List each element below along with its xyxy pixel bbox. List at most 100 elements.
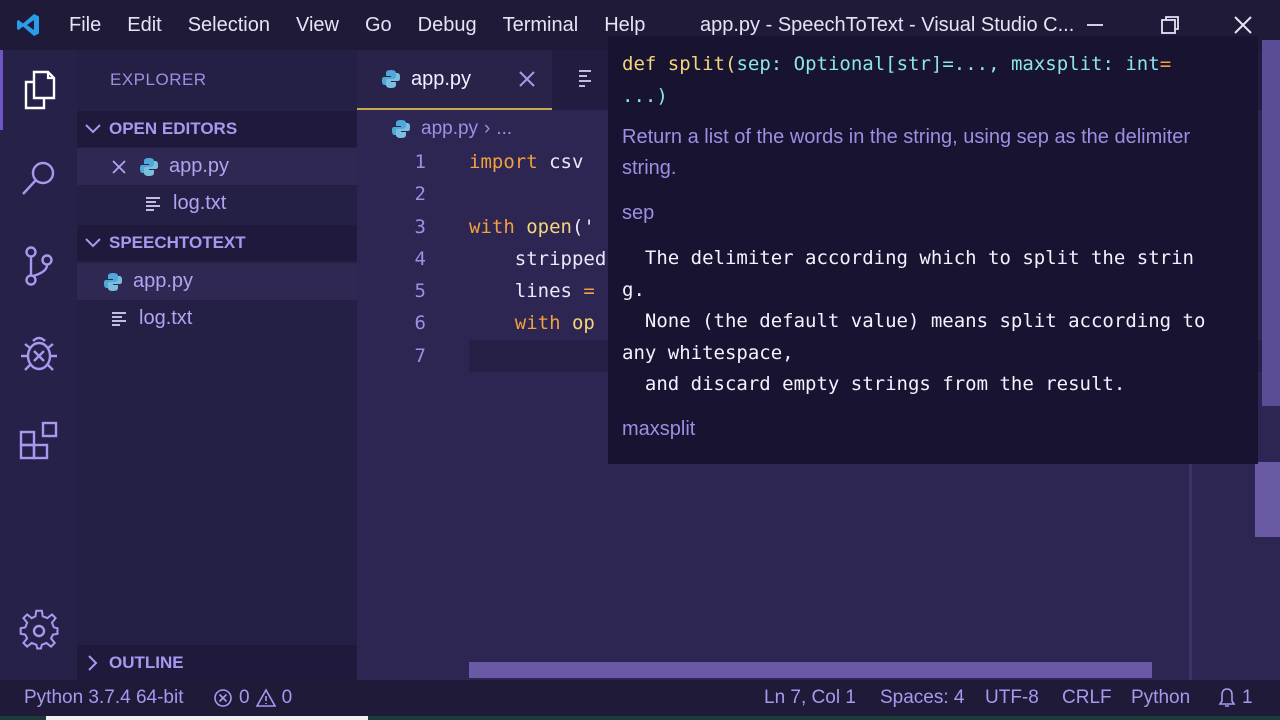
search-icon (21, 161, 54, 195)
project-file-item[interactable]: app.py (77, 263, 357, 300)
split-editor-button[interactable] (577, 68, 595, 93)
menu-terminal[interactable]: Terminal (490, 0, 592, 50)
param-name: sep (622, 202, 655, 224)
notification-count: 1 (1242, 687, 1253, 708)
file-name: app.py (133, 270, 194, 292)
text-file-icon (109, 309, 129, 329)
debug-icon (20, 336, 57, 371)
code-token: = (583, 280, 595, 303)
python-icon (391, 119, 411, 139)
menu-file[interactable]: File (56, 0, 114, 50)
line-number: 4 (414, 247, 426, 270)
vertical-scrollbar[interactable] (1255, 462, 1280, 537)
param-name: maxsplit (622, 418, 696, 440)
activity-settings[interactable] (0, 590, 77, 670)
close-icon (519, 71, 535, 87)
menu-view[interactable]: View (283, 0, 352, 50)
outline-section[interactable]: OUTLINE (77, 645, 357, 680)
python-interpreter[interactable]: Python 3.7.4 64-bit (24, 680, 184, 716)
language-mode[interactable]: Python (1131, 680, 1190, 716)
open-editor-item[interactable]: app.py (77, 148, 357, 185)
notifications[interactable]: 1 (1218, 680, 1253, 716)
code-token: with (469, 215, 515, 238)
description: Return a list of the words in the string… (622, 126, 1191, 179)
param-doc-line: None (the default value) means split acc… (622, 310, 1206, 332)
code-token: lines (469, 280, 584, 303)
hover-scrollbar[interactable] (1262, 40, 1280, 406)
line-number: 3 (414, 215, 426, 238)
text-file-icon (143, 194, 163, 214)
hover-tooltip: def split(sep: Optional[str]=..., maxspl… (608, 36, 1258, 464)
code-token: open (526, 215, 572, 238)
sidebar-title: EXPLORER (110, 70, 207, 89)
open-editor-item[interactable]: log.txt (77, 185, 357, 222)
breadcrumb-symbol[interactable]: ... (496, 118, 512, 140)
vscode-logo-icon (0, 0, 56, 50)
activity-debug[interactable] (0, 314, 77, 394)
project-section[interactable]: SPEECHTOTEXT (77, 225, 357, 261)
activity-source-control[interactable] (0, 226, 77, 306)
error-count: 0 (239, 687, 250, 708)
cursor-position[interactable]: Ln 7, Col 1 (764, 680, 856, 716)
code-token: stripped (469, 247, 607, 270)
tab-label: app.py (411, 67, 472, 90)
close-editor-icon[interactable] (111, 159, 139, 175)
activity-extensions[interactable] (0, 402, 77, 482)
tab-close-button[interactable] (518, 68, 536, 94)
project-file-item[interactable]: log.txt (77, 300, 357, 337)
param-doc-line: The delimiter according which to split t… (622, 247, 1194, 269)
python-icon (139, 157, 159, 177)
menu-bar: File Edit Selection View Go Debug Termin… (56, 0, 658, 50)
indentation[interactable]: Spaces: 4 (880, 680, 965, 716)
tab-app-py[interactable]: app.py (357, 50, 552, 110)
activity-bar (0, 50, 77, 680)
file-name: app.py (169, 155, 230, 177)
error-icon (214, 689, 232, 707)
python-icon (381, 69, 401, 89)
line-number: 1 (414, 151, 426, 173)
param-doc-line: any whitespace, (622, 342, 794, 364)
code-token: op (560, 312, 595, 335)
activity-search[interactable] (0, 138, 77, 218)
code-token: (' (571, 215, 595, 238)
breadcrumb-file[interactable]: app.py (421, 118, 478, 140)
status-bar: Python 3.7.4 64-bit 0 0 Ln 7, Col 1 Spac… (0, 680, 1280, 716)
minimize-icon (1087, 24, 1103, 26)
problems-indicator[interactable]: 0 0 (213, 680, 292, 716)
chevron-right-icon (77, 654, 109, 672)
open-editors-label: OPEN EDITORS (109, 119, 238, 138)
line-number: 6 (414, 312, 426, 335)
line-numbers: 1 2 3 4 5 6 7 (357, 146, 469, 372)
menu-selection[interactable]: Selection (175, 0, 283, 50)
bell-icon (1218, 688, 1236, 707)
warning-count: 0 (281, 687, 293, 708)
menu-edit[interactable]: Edit (114, 0, 174, 50)
chevron-down-icon (77, 237, 109, 249)
line-number: 2 (414, 183, 426, 206)
menu-debug[interactable]: Debug (405, 0, 490, 50)
line-number: 7 (414, 344, 426, 367)
text-lines-icon (579, 70, 591, 87)
chevron-down-icon (77, 123, 109, 135)
activity-explorer[interactable] (0, 50, 77, 130)
horizontal-scrollbar[interactable] (469, 662, 1152, 678)
source-control-icon (24, 246, 53, 286)
param-doc-line: and discard empty strings from the resul… (622, 373, 1126, 395)
code-token: with (514, 312, 561, 335)
explorer-icon (24, 70, 56, 110)
restore-icon (1161, 16, 1179, 34)
menu-go[interactable]: Go (352, 0, 405, 50)
taskbar-edge (0, 716, 1280, 720)
open-editors-section[interactable]: OPEN EDITORS (77, 111, 357, 147)
close-icon (1234, 16, 1252, 34)
param-doc-line: g. (622, 279, 645, 301)
file-name: log.txt (173, 192, 227, 214)
extensions-icon (19, 421, 57, 460)
line-ending[interactable]: CRLF (1062, 680, 1112, 716)
encoding[interactable]: UTF-8 (985, 680, 1039, 716)
project-label: SPEECHTOTEXT (109, 233, 246, 252)
line-number: 5 (414, 280, 426, 303)
explorer-sidebar: EXPLORER OPEN EDITORS app.py log.txt SPE… (77, 50, 357, 680)
